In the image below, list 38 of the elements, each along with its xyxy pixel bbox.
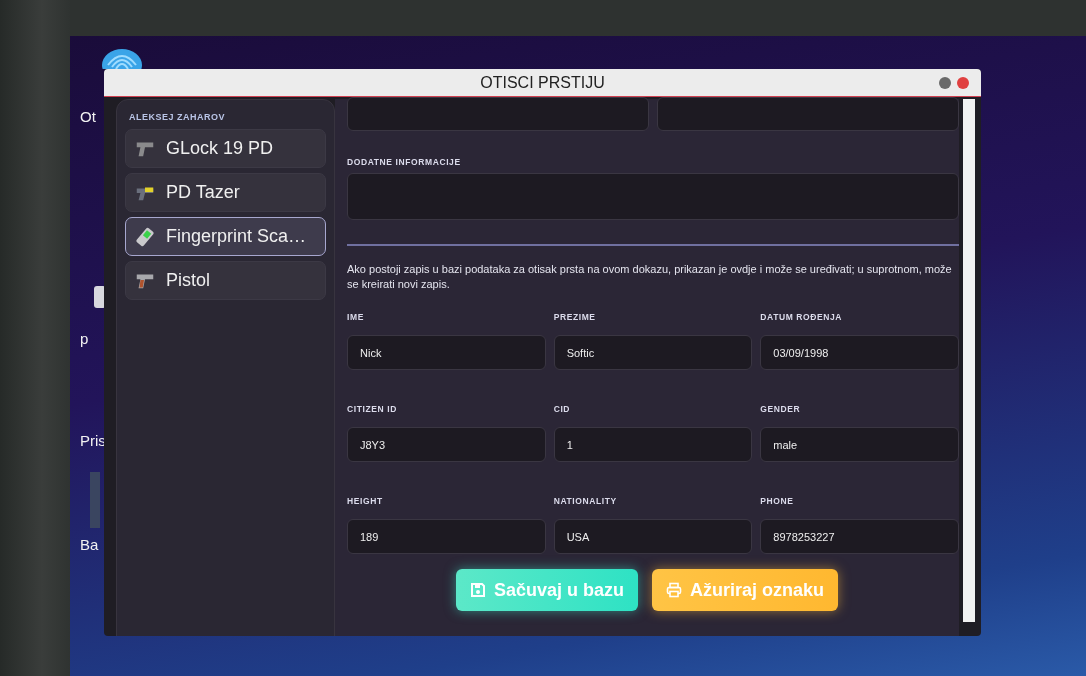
field-label: DODATNE INFORMACIJE [347,157,462,167]
minimize-button[interactable] [939,77,951,89]
input-field[interactable]: male [760,427,959,462]
field-label: PHONE [760,496,795,506]
field-label: CID [553,404,572,414]
input-field[interactable]: 8978253227 [760,519,959,554]
evidence-item[interactable]: GLock 19 PD [125,129,326,168]
evidence-item[interactable]: Fingerprint Sca… [125,217,326,256]
save-icon [469,582,486,598]
desktop-icon-label[interactable]: p [80,330,89,347]
input-field[interactable] [347,97,649,131]
input-field[interactable]: USA [553,519,753,554]
field-label: IME [347,312,365,322]
input-field[interactable]: 1 [553,427,753,462]
window-title: OTISCI PRSTIJU [480,73,605,92]
input-field[interactable]: Softic [553,335,753,370]
desktop-icon-label[interactable]: Ba [80,536,99,553]
evidence-item[interactable]: PD Tazer [125,173,326,212]
owner-name: ALEKSEJ ZAHAROV [128,112,226,122]
input-field[interactable]: 189 [347,519,546,554]
close-button[interactable] [957,77,969,89]
input-field[interactable]: J8Y3 [347,427,546,462]
print-icon [666,582,682,598]
field-label: HEIGHT [347,496,384,506]
info-text: Ako postoji zapis u bazi podataka za otisak prsta na ovom dokazu, prikazan je ovdje i može se uređivati; u suprotnom, može se kreirati novi zapis. [347,262,953,292]
desktop-icon-label[interactable]: Ot [80,108,96,125]
input-field[interactable]: 03/09/1998 [760,335,959,370]
notes-field[interactable] [347,173,959,220]
field-label: DATUM ROĐENJA [760,312,844,322]
scrollbar[interactable] [963,99,975,622]
field-label: GENDER [760,404,802,414]
evidence-item[interactable]: Pistol [125,261,326,300]
document-icon[interactable] [90,472,100,528]
field-label: PREZIME [553,312,597,322]
input-field[interactable]: Nick [347,335,546,370]
field-label: CITIZEN ID [347,404,398,414]
field-label: NATIONALITY [553,496,618,506]
input-field[interactable] [657,97,959,131]
